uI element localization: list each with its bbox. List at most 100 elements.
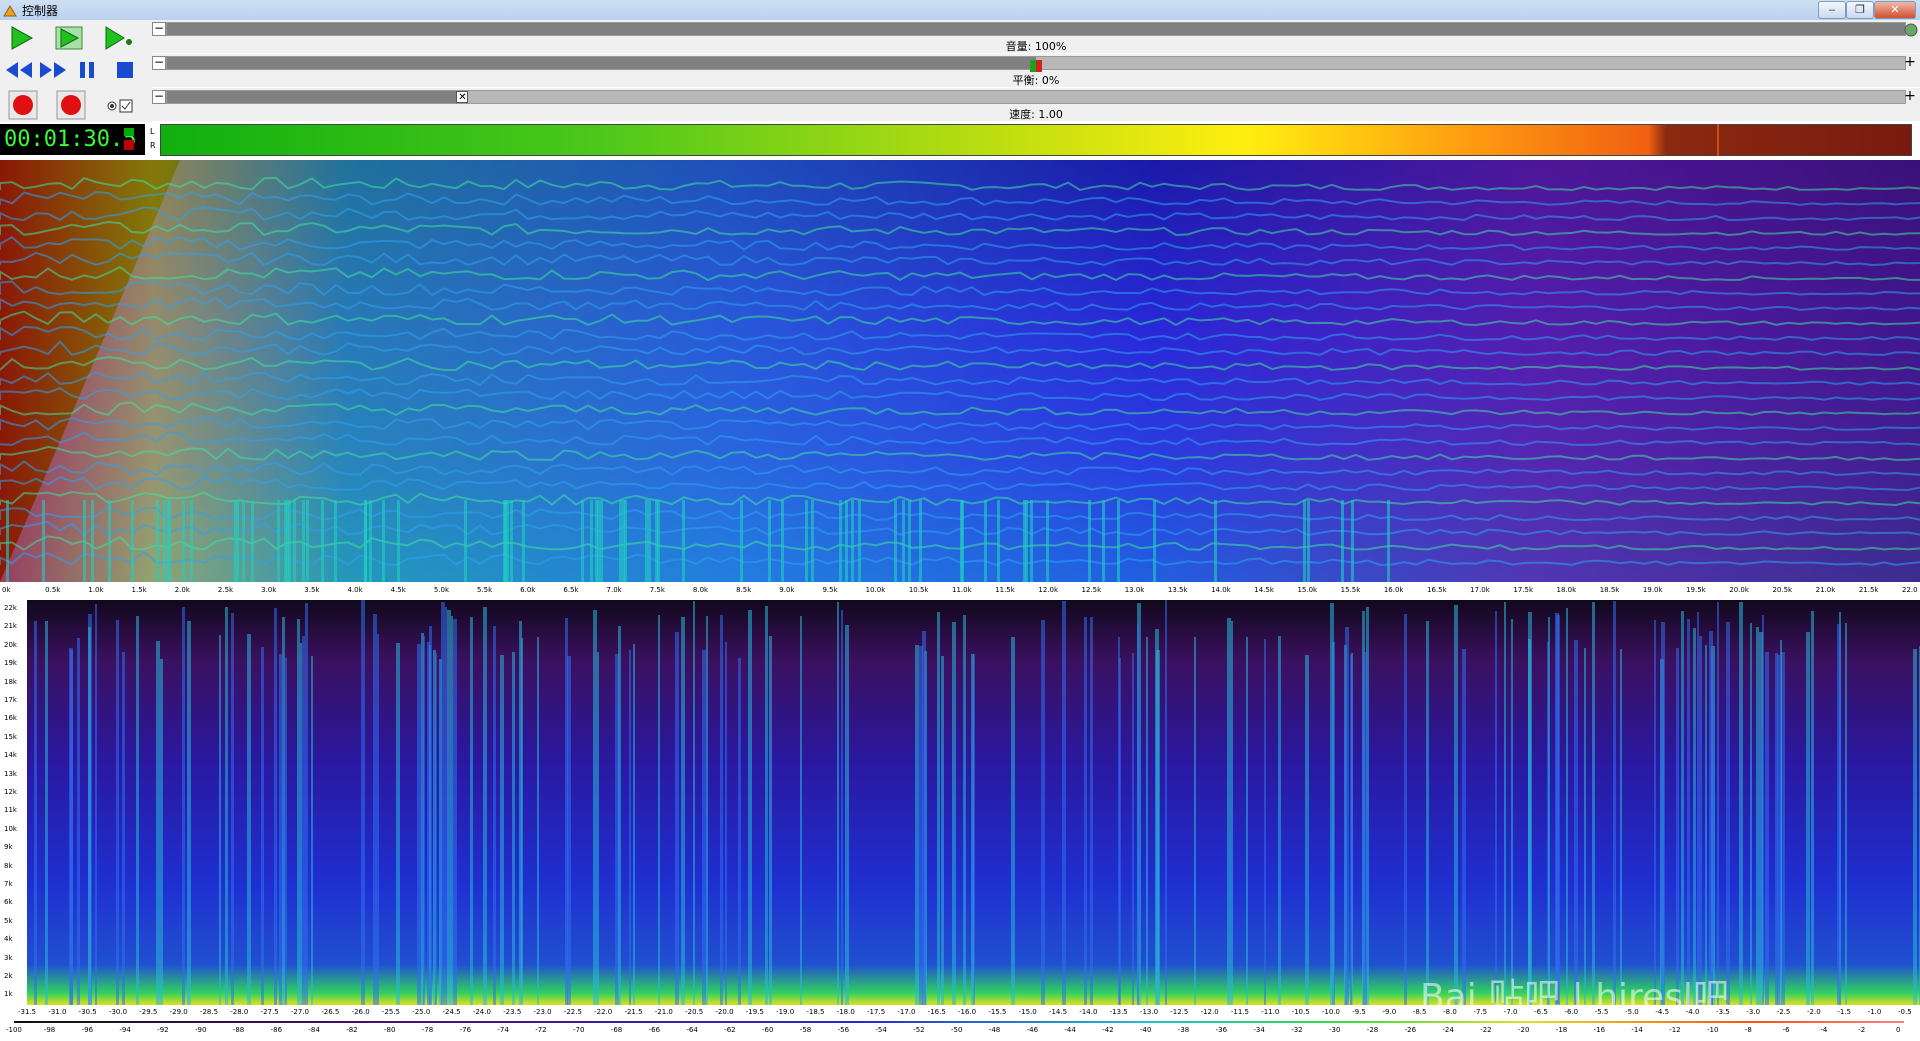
db-tick: -38 [1177,1026,1190,1034]
speed-thumb[interactable]: ✕ [456,91,469,103]
db-tick: -74 [497,1026,509,1034]
fast-forward-button[interactable] [38,56,72,86]
volume-slider[interactable] [166,22,1906,36]
pause-button[interactable] [72,56,106,86]
db-tick: -10 [1707,1026,1719,1034]
stop-icon [117,62,133,78]
balance-slider-row: − + 平衡: 0% [152,54,1920,87]
frequency-y-tick: 1k [4,990,13,999]
time-tick: -22.0 [594,1008,613,1016]
record-2-icon [56,90,86,120]
frequency-tick: 11.0k [952,586,972,594]
frequency-tick: 9.5k [822,586,838,594]
balance-slider[interactable] [166,56,1906,72]
frequency-y-tick: 9k [4,843,13,852]
title-bar: 控制器 ‒ ❐ ✕ [0,0,1920,20]
play-selection-icon [55,26,83,50]
time-tick: -6.0 [1564,1008,1579,1016]
frequency-y-tick: 21k [4,622,17,631]
time-tick: -5.0 [1625,1008,1639,1016]
balance-thumb[interactable] [1030,57,1042,72]
time-tick: -27.0 [290,1008,310,1016]
time-tick: -27.5 [260,1008,279,1016]
frequency-tick: 19.0k [1642,586,1663,594]
frequency-tick: 5.0k [433,586,449,594]
frequency-tick: 20.5k [1772,586,1793,594]
db-tick: -8 [1744,1026,1752,1034]
time-tick: -10.5 [1291,1008,1310,1016]
frequency-tick: 18.0k [1556,586,1577,594]
frequency-tick: 5.5k [477,586,493,594]
play-loop-button[interactable] [102,24,136,54]
frequency-tick: 10.0k [865,586,886,594]
spectrum-3d-view [0,160,1920,582]
frequency-tick: 14.0k [1211,586,1231,594]
db-tick: -4 [1820,1026,1828,1034]
frequency-tick: 15.0k [1297,586,1318,594]
frequency-y-tick: 10k [4,824,17,833]
play-icon [11,26,34,50]
stop-button[interactable] [110,56,144,86]
time-tick: -11.0 [1261,1008,1280,1016]
rewind-icon [6,62,32,78]
rewind-button[interactable] [4,56,38,86]
db-tick: -80 [384,1026,396,1034]
frequency-y-tick: 11k [4,806,17,815]
monitor-toggle[interactable] [106,98,138,114]
restore-button[interactable]: ❐ [1846,1,1874,19]
speed-slider-fill [167,91,463,103]
frequency-tick: 18.5k [1599,586,1620,594]
frequency-tick: 13.0k [1124,586,1145,594]
speed-slider-row: − ✕ + 速度: 1.00 [152,88,1920,121]
play-button[interactable] [6,24,40,54]
db-tick: -12 [1669,1026,1681,1034]
record-button[interactable] [8,90,42,120]
time-tick: -25.0 [412,1008,431,1016]
frequency-y-tick: 12k [4,788,17,796]
record-2-button[interactable] [56,90,90,120]
time-tick: -28.0 [230,1008,249,1016]
balance-decrease-button[interactable]: − [152,56,166,70]
db-tick: -34 [1253,1026,1265,1034]
close-button[interactable]: ✕ [1874,1,1916,19]
time-tick: -17.0 [897,1008,916,1016]
db-tick: -50 [951,1026,963,1034]
balance-increase-button[interactable]: + [1904,55,1916,69]
time-tick: -31.5 [18,1008,37,1016]
time-tick: -9.5 [1352,1008,1366,1016]
transport-toolbar [0,20,152,122]
speed-increase-button[interactable]: + [1904,89,1916,103]
frequency-y-tick: 22k [4,604,17,612]
frequency-tick: 7.5k [649,586,665,594]
time-tick: -13.5 [1109,1008,1128,1016]
frequency-y-tick: 19k [4,659,17,668]
frequency-tick: 12.0k [1038,586,1058,594]
time-tick: -18.0 [836,1008,855,1016]
db-tick: -60 [762,1026,774,1034]
pause-icon [80,62,94,78]
spectrogram-view [27,600,1920,1005]
db-tick: -28 [1366,1026,1379,1034]
speed-slider[interactable]: ✕ [166,90,1906,104]
time-tick: -25.5 [381,1008,400,1016]
frequency-tick: 17.0k [1470,586,1490,594]
frequency-y-tick: 8k [4,861,13,870]
db-tick: -36 [1215,1026,1228,1034]
spectrogram-frequency-axis: 22k 21k 20k 19k 18k 17k 16k 15k 14k 13k 12k 11k 10k 9… [0,600,27,1005]
minimize-button[interactable]: ‒ [1818,1,1846,19]
time-tick: -29.0 [169,1008,188,1016]
volume-decrease-button[interactable]: − [152,22,166,36]
time-tick: -15.0 [1018,1008,1037,1016]
frequency-tick: 7.0k [606,586,622,594]
frequency-tick: 15.5k [1340,586,1361,594]
db-tick: -52 [913,1026,925,1034]
time-tick: -22.5 [563,1008,582,1016]
db-tick: -76 [459,1026,472,1034]
time-tick: -30.0 [108,1008,128,1016]
play-selection-button[interactable] [54,24,88,54]
time-tick: -1.0 [1867,1008,1882,1016]
frequency-tick: 17.5k [1513,586,1533,594]
frequency-tick: 14.5k [1254,586,1274,594]
frequency-y-tick: 18k [4,677,17,686]
speed-decrease-button[interactable]: − [152,90,166,104]
